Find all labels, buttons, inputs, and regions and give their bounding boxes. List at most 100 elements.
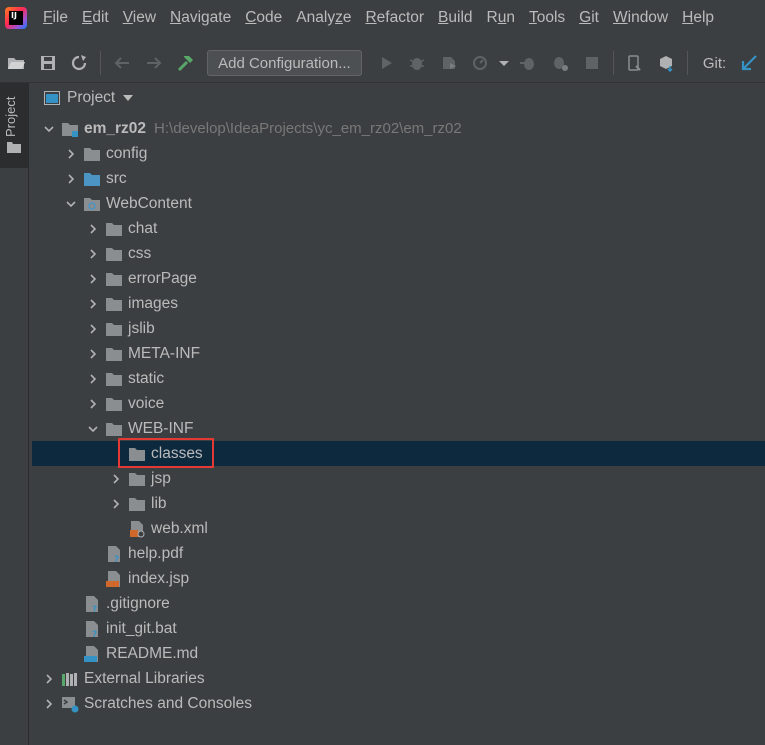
back-arrow-icon[interactable] — [109, 50, 135, 76]
menu-item[interactable]: View — [116, 9, 163, 27]
sdk-manager-icon[interactable] — [653, 50, 679, 76]
tree-row-webcontent[interactable]: WebContent — [32, 191, 765, 216]
web-folder-icon — [83, 195, 101, 213]
tree-row-helppdf[interactable]: ? help.pdf — [32, 541, 765, 566]
stop-icon[interactable] — [579, 50, 605, 76]
build-hammer-icon[interactable] — [172, 50, 198, 76]
tree-row-images[interactable]: images — [32, 291, 765, 316]
panel-title: Project — [67, 89, 116, 106]
chevron-right-icon[interactable] — [109, 472, 123, 486]
folder-icon — [105, 270, 123, 288]
tree-row-webxml[interactable]: web.xml — [32, 516, 765, 541]
tree-row-scratches[interactable]: Scratches and Consoles — [32, 691, 765, 716]
tree-row-static[interactable]: static — [32, 366, 765, 391]
folder-icon — [128, 495, 146, 513]
chevron-right-icon[interactable] — [86, 372, 100, 386]
folder-icon — [7, 142, 21, 153]
chevron-right-icon[interactable] — [86, 247, 100, 261]
chevron-down-icon[interactable] — [64, 197, 78, 211]
chevron-right-icon[interactable] — [109, 497, 123, 511]
tree-row-root[interactable]: em_rz02 H:\develop\IdeaProjects\yc_em_rz… — [32, 116, 765, 141]
tree-row-config[interactable]: config — [32, 141, 765, 166]
tree-row-chat[interactable]: chat — [32, 216, 765, 241]
tree-row-voice[interactable]: voice — [32, 391, 765, 416]
tree-row-webinf[interactable]: WEB-INF — [32, 416, 765, 441]
project-tool-window-tab[interactable]: Project — [0, 83, 28, 168]
profile-icon[interactable] — [468, 50, 494, 76]
folder-icon — [105, 320, 123, 338]
tree-row-metainf[interactable]: META-INF — [32, 341, 765, 366]
tree-label: External Libraries — [84, 669, 205, 687]
menu-item[interactable]: Tools — [522, 9, 572, 27]
menu-item[interactable]: Run — [480, 9, 522, 27]
menu-item[interactable]: Analyze — [289, 9, 358, 27]
debug-settings-icon[interactable] — [547, 50, 573, 76]
jsp-file-icon — [105, 570, 123, 588]
chevron-right-icon[interactable] — [86, 347, 100, 361]
folder-icon — [105, 220, 123, 238]
chevron-right-icon[interactable] — [86, 297, 100, 311]
forward-arrow-icon[interactable] — [141, 50, 167, 76]
tree-label: META-INF — [128, 344, 201, 362]
project-panel-header[interactable]: Project — [32, 83, 765, 113]
debug-icon[interactable] — [404, 50, 430, 76]
sync-icon[interactable] — [66, 50, 92, 76]
chevron-right-icon[interactable] — [42, 697, 56, 711]
chevron-down-icon[interactable] — [86, 422, 100, 436]
chevron-right-icon[interactable] — [64, 147, 78, 161]
menu-item[interactable]: Git — [572, 9, 606, 27]
tree-row-readme[interactable]: README.md — [32, 641, 765, 666]
tree-row-src[interactable]: src — [32, 166, 765, 191]
tree-label: init_git.bat — [106, 619, 177, 637]
project-tree: em_rz02 H:\develop\IdeaProjects\yc_em_rz… — [32, 116, 765, 716]
tree-row-gitignore[interactable]: ? .gitignore — [32, 591, 765, 616]
toolbar-separator — [100, 51, 102, 75]
run-icon[interactable] — [373, 50, 399, 76]
git-update-arrow-icon[interactable] — [736, 50, 762, 76]
tree-row-classes[interactable]: classes — [32, 441, 765, 466]
add-configuration-button[interactable]: Add Configuration... — [207, 50, 362, 76]
file-icon: ? — [105, 545, 123, 563]
save-icon[interactable] — [35, 50, 61, 76]
tree-label: images — [128, 294, 178, 312]
tree-row-jslib[interactable]: jslib — [32, 316, 765, 341]
menu-item[interactable]: Refactor — [358, 9, 431, 27]
menu-item[interactable]: Code — [238, 9, 289, 27]
chevron-down-icon[interactable] — [123, 95, 134, 101]
menu-item[interactable]: Edit — [75, 9, 116, 27]
tree-row-css[interactable]: css — [32, 241, 765, 266]
left-tool-strip: Project — [0, 83, 29, 745]
tree-row-errorpage[interactable]: errorPage — [32, 266, 765, 291]
chevron-right-icon[interactable] — [42, 672, 56, 686]
tree-label: errorPage — [128, 269, 197, 287]
tree-label: voice — [128, 394, 165, 412]
tree-row-lib[interactable]: lib — [32, 491, 765, 516]
chevron-down-icon[interactable] — [498, 50, 510, 76]
chevron-right-icon[interactable] — [86, 322, 100, 336]
open-folder-icon[interactable] — [3, 50, 29, 76]
chevron-right-icon[interactable] — [86, 272, 100, 286]
attach-debugger-icon[interactable] — [515, 50, 541, 76]
tree-row-indexjsp[interactable]: index.jsp — [32, 566, 765, 591]
module-path: H:\develop\IdeaProjects\yc_em_rz02\em_rz… — [154, 120, 462, 137]
chevron-right-icon[interactable] — [86, 397, 100, 411]
chevron-down-icon[interactable] — [42, 122, 56, 136]
tree-label: jsp — [151, 469, 171, 487]
menu-item[interactable]: Help — [675, 9, 721, 27]
tree-label: Scratches and Consoles — [84, 694, 253, 712]
svg-text:?: ? — [114, 555, 119, 563]
device-icon[interactable] — [622, 50, 648, 76]
tree-row-initgit[interactable]: ? init_git.bat — [32, 616, 765, 641]
folder-icon — [105, 370, 123, 388]
chevron-right-icon[interactable] — [86, 222, 100, 236]
folder-icon — [128, 470, 146, 488]
tree-label: jslib — [128, 319, 155, 337]
tree-row-external-libraries[interactable]: External Libraries — [32, 666, 765, 691]
run-coverage-icon[interactable] — [436, 50, 462, 76]
menu-item[interactable]: File — [36, 9, 75, 27]
menu-item[interactable]: Window — [606, 9, 675, 27]
chevron-right-icon[interactable] — [64, 172, 78, 186]
menu-item[interactable]: Build — [431, 9, 479, 27]
menu-item[interactable]: Navigate — [163, 9, 238, 27]
tree-row-jsp[interactable]: jsp — [32, 466, 765, 491]
